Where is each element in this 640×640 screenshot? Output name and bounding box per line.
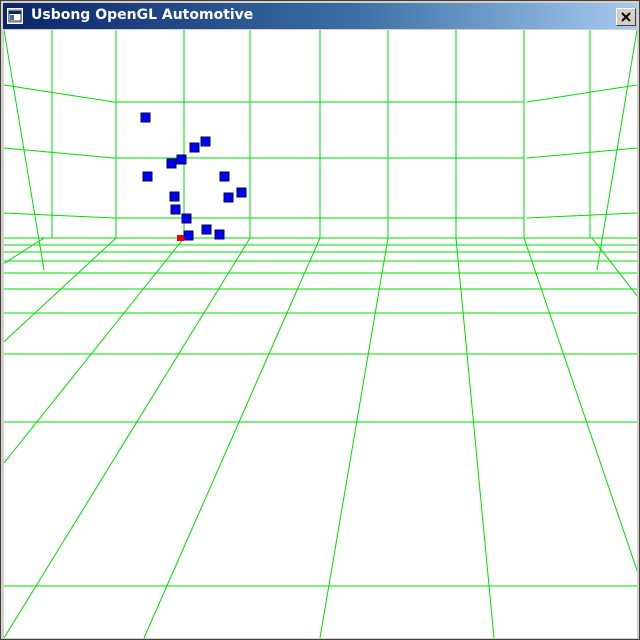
- window-title: Usbong OpenGL Automotive: [31, 7, 254, 23]
- scene-canvas: [4, 30, 637, 638]
- left-wall-line: [4, 147, 115, 159]
- floor-ray: [319, 237, 389, 638]
- floor-ray: [523, 237, 637, 572]
- blue-cube: [176, 154, 187, 165]
- blue-cube: [200, 136, 211, 147]
- right-wall-line: [526, 147, 637, 159]
- blue-cube: [201, 224, 212, 235]
- left-wall-line: [4, 212, 115, 219]
- blue-cube: [140, 112, 151, 123]
- blue-cube: [169, 191, 180, 202]
- blue-cube: [214, 229, 225, 240]
- floor-ray: [4, 237, 251, 638]
- blue-cube: [189, 142, 200, 153]
- blue-cube: [236, 187, 247, 198]
- left-wall-edge: [4, 30, 45, 271]
- left-wall-line: [4, 84, 115, 103]
- window-app-icon[interactable]: [7, 8, 23, 24]
- right-wall-line: [526, 212, 637, 219]
- app-window: Usbong OpenGL Automotive: [0, 0, 640, 640]
- red-marker: [177, 235, 184, 241]
- close-icon: [621, 12, 631, 22]
- blue-cube: [166, 158, 177, 169]
- wireframe-grid: [4, 30, 637, 638]
- floor-ray: [143, 237, 321, 638]
- floor-ray: [4, 237, 117, 343]
- close-button[interactable]: [616, 8, 636, 26]
- blue-cube: [181, 213, 192, 224]
- blue-cube: [223, 192, 234, 203]
- floor-ray: [591, 237, 637, 297]
- blue-cube: [183, 230, 194, 241]
- right-wall-line: [526, 84, 637, 103]
- right-wall-edge: [596, 30, 637, 271]
- cube-cluster: [140, 112, 247, 241]
- blue-cube: [142, 171, 153, 182]
- floor-ray: [455, 237, 495, 638]
- floor-ray: [4, 237, 185, 464]
- blue-cube: [170, 204, 181, 215]
- blue-cube: [219, 171, 230, 182]
- title-bar[interactable]: Usbong OpenGL Automotive: [3, 3, 637, 29]
- opengl-viewport[interactable]: [4, 30, 637, 638]
